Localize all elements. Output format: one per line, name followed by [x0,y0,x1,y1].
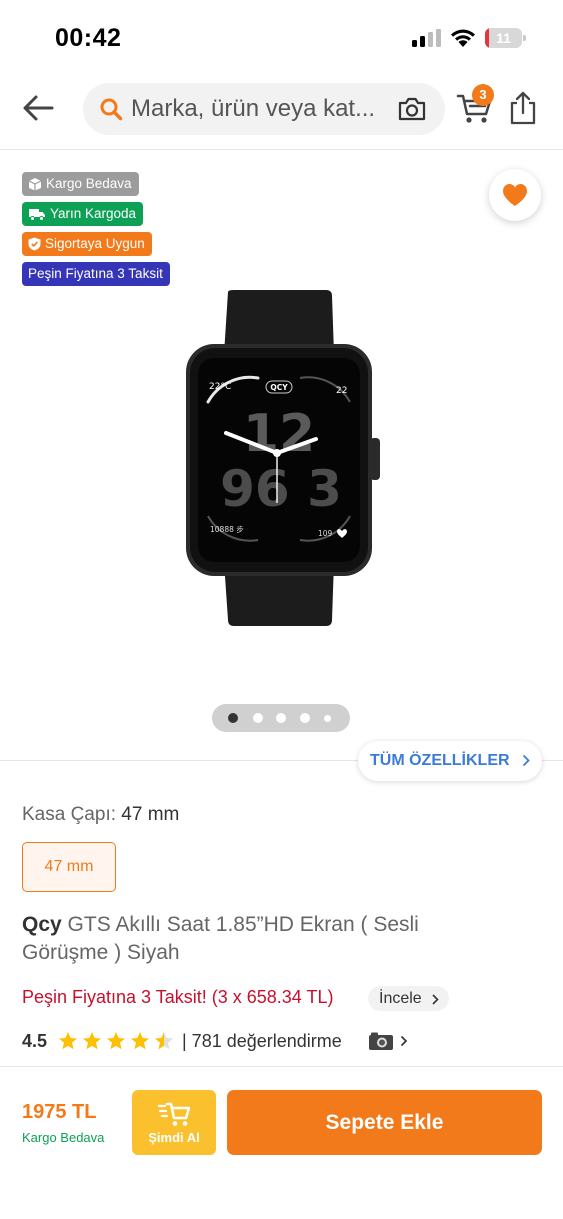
star-icon [59,1032,77,1050]
rating-summary[interactable]: 4.5 | 781 değerlendirme [22,1028,442,1054]
status-bar: 00:42 11 [0,0,563,74]
search-input[interactable]: Marka, ürün veya kat... [131,83,393,135]
review-button-label: İncele [379,990,422,1007]
star-icon [83,1032,101,1050]
gallery-dot[interactable] [300,713,310,723]
product-price: 1975 TL [22,1101,97,1123]
divider [0,1066,563,1067]
search-bar[interactable]: Marka, ürün veya kat... [83,83,445,135]
review-count: | 781 değerlendirme [182,1031,342,1051]
buy-now-label: Şimdi Al [148,1130,200,1145]
box-icon [28,178,42,191]
variant-option-47mm[interactable]: 47 mm [22,842,116,892]
all-specs-button[interactable]: TÜM ÖZELLİKLER [358,741,542,781]
camera-icon[interactable] [397,96,427,122]
all-specs-label: TÜM ÖZELLİKLER [370,752,510,769]
buy-now-button[interactable]: Şimdi Al [132,1090,216,1155]
gallery-dot[interactable] [276,713,286,723]
cart-count-badge: 3 [472,84,494,106]
top-navigation: Marka, ürün veya kat... 3 [0,74,563,150]
product-title: Qcy GTS Akıllı Saat 1.85”HD Ekran ( Sesl… [22,911,502,967]
watch-steps: 10888 步 [210,525,244,534]
back-arrow-icon[interactable] [20,90,60,126]
status-time: 00:42 [55,24,122,52]
fast-cart-icon [158,1102,190,1126]
insurance-badge: Sigortaya Uygun [22,232,152,256]
cellular-signal-icon [412,29,441,47]
badge-label: Yarın Kargoda [50,206,137,221]
variant-label: Kasa Çapı: 47 mm [22,804,179,826]
watch-brand: QCY [270,383,288,392]
badge-label: Sigortaya Uygun [45,236,145,251]
variant-value: 47 mm [121,804,180,825]
rating-value: 4.5 [22,1031,48,1051]
watch-digits: 96 3 [220,460,342,518]
gallery-dot[interactable] [228,713,238,723]
photo-camera-icon [369,1032,393,1050]
badge-label: Peşin Fiyatına 3 Taksit [28,266,163,281]
shield-icon [28,237,41,251]
watch-temp: 22°C [209,382,231,392]
next-day-shipping-badge: Yarın Kargoda [22,202,144,226]
free-shipping-label: Kargo Bedava [22,1130,105,1145]
wifi-icon [451,29,475,47]
battery-level: 11 [496,30,511,46]
product-name: GTS Akıllı Saat 1.85”HD Ekran ( Sesli Gö… [22,913,419,964]
gallery-dot[interactable] [324,714,331,722]
truck-icon [29,209,45,221]
installment-info: Peşin Fiyatına 3 Taksit! (3 x 658.34 TL) [22,987,334,1007]
installment-review-button[interactable]: İncele [368,986,449,1011]
share-icon[interactable] [508,90,538,126]
installment-badge: Peşin Fiyatına 3 Taksit [22,262,170,286]
product-brand[interactable]: Qcy [22,913,62,936]
half-star-icon [155,1032,173,1050]
chevron-right-icon [400,1035,408,1047]
heart-icon [503,184,527,206]
image-gallery-indicator[interactable] [212,704,350,732]
watch-date: 22 [336,386,347,396]
chevron-right-icon [432,994,439,1005]
gallery-dot[interactable] [253,713,263,723]
star-icon [131,1032,149,1050]
battery-indicator: 11 [485,28,527,48]
watch-sec: 109 [318,529,333,538]
product-image-smartwatch[interactable]: 22°C QCY 22 12 96 3 10888 步 109 [176,288,386,628]
badge-label: Kargo Bedava [46,176,132,191]
star-icon [107,1032,125,1050]
variant-name: Kasa Çapı: [22,804,116,825]
add-to-cart-button[interactable]: Sepete Ekle [227,1090,542,1155]
favorite-button[interactable] [489,169,541,221]
free-shipping-badge: Kargo Bedava [22,172,139,196]
chevron-right-icon [522,754,530,767]
search-icon [100,98,123,121]
